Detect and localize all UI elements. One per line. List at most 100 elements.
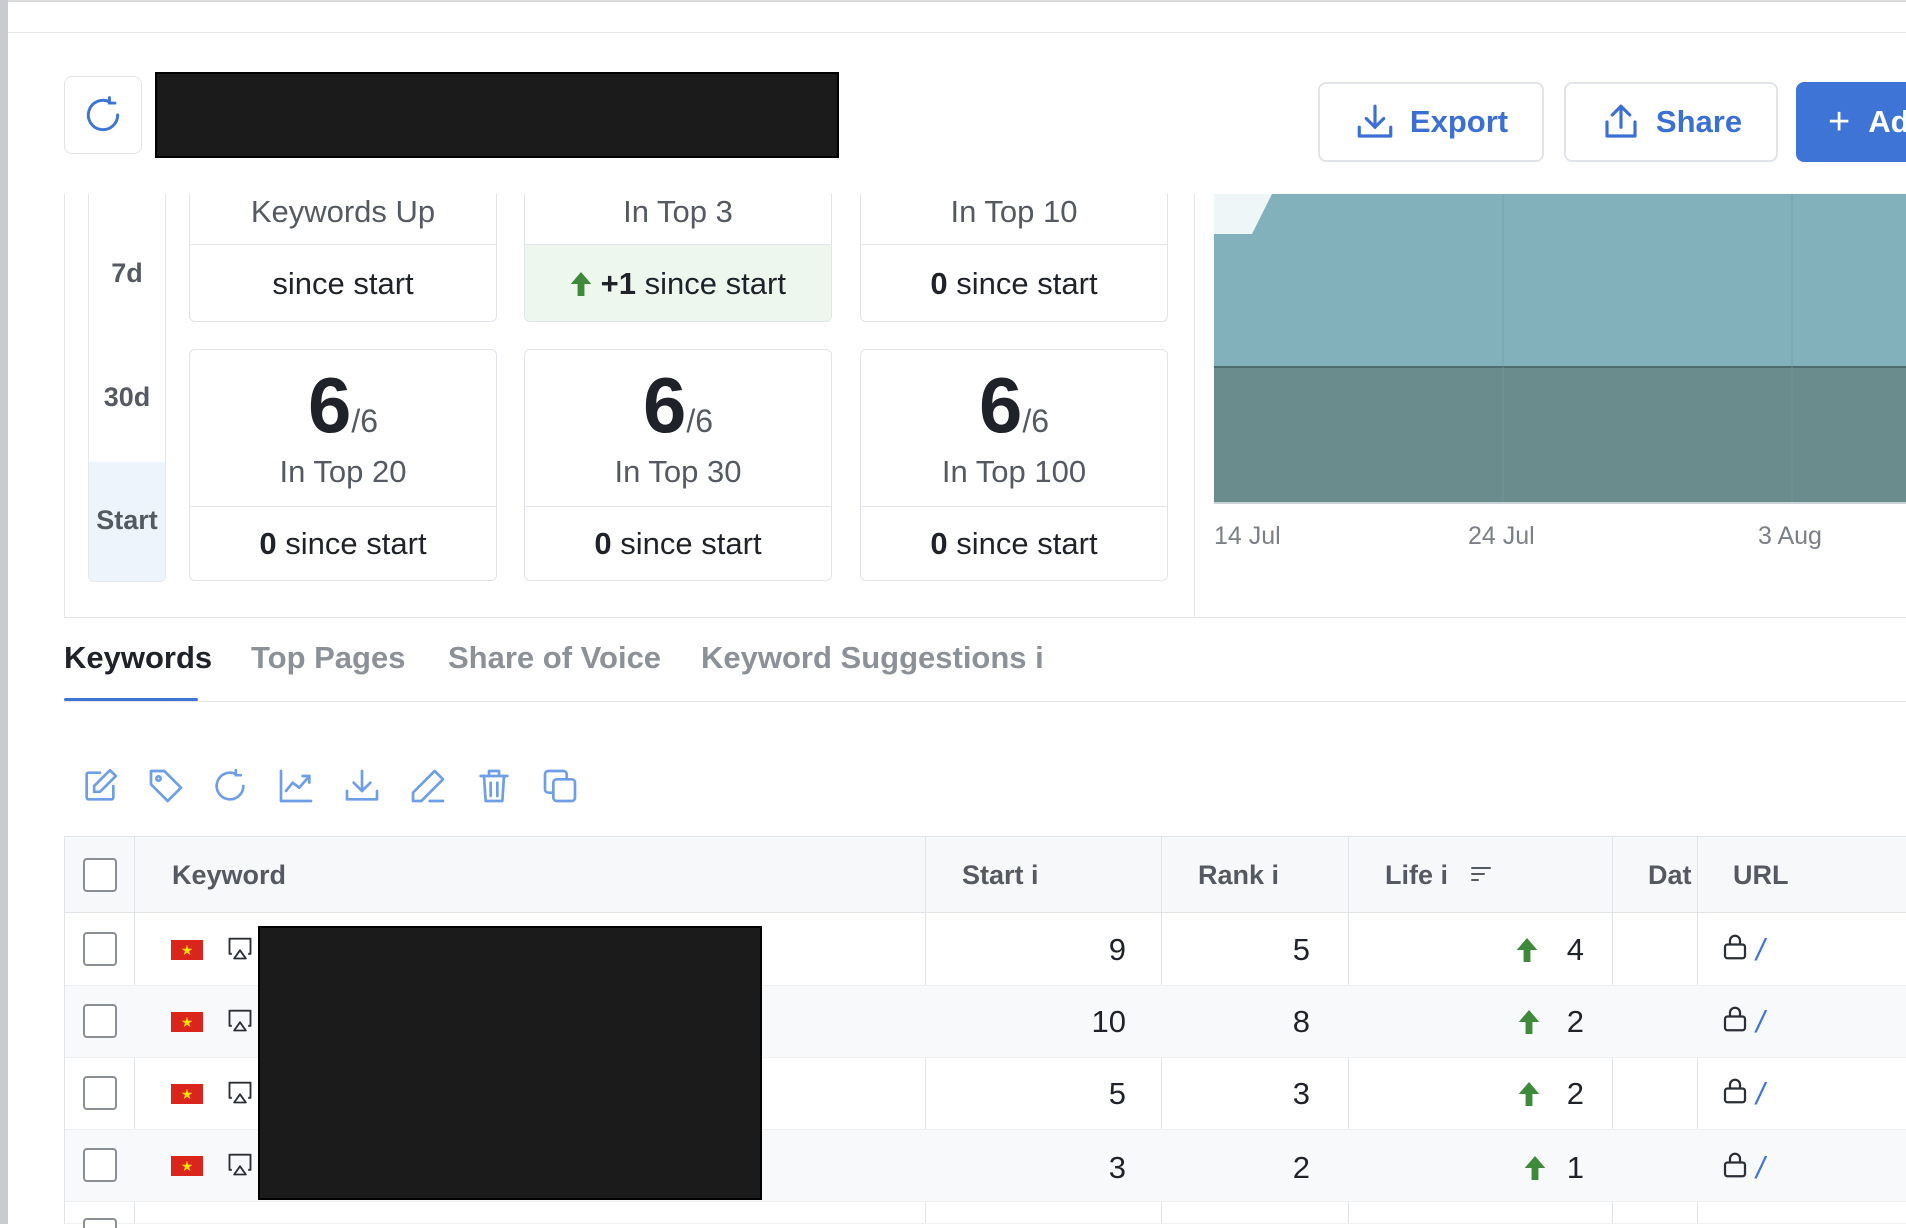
start-rank: 3	[1108, 1150, 1126, 1185]
card-separator	[861, 506, 1167, 507]
x-tick-label: 14 Jul	[1214, 522, 1281, 550]
card-label: Keywords Up	[250, 194, 436, 229]
copy-icon[interactable]	[540, 766, 580, 806]
tab-keyword-suggestions[interactable]: Keyword Suggestions i	[701, 640, 1044, 676]
row-checkbox[interactable]	[83, 1076, 117, 1110]
desktop-icon	[228, 1081, 252, 1104]
tag-icon[interactable]	[146, 766, 186, 806]
add-label: Ad	[1868, 104, 1906, 139]
vietnam-flag-icon: ★	[171, 940, 203, 960]
card-separator	[190, 506, 496, 507]
url-link[interactable]: /	[1756, 932, 1765, 968]
current-rank: 3	[1292, 1076, 1310, 1111]
card-in-top-100: 6/6 In Top 100 0 since start	[860, 349, 1168, 581]
card-footer: 0 since start	[259, 526, 427, 561]
card-value: 6/6	[307, 361, 379, 449]
download-icon	[1357, 104, 1393, 138]
redacted-project-title	[155, 72, 839, 158]
card-footer: since start	[272, 266, 414, 301]
sort-icon[interactable]	[1470, 864, 1492, 884]
share-icon	[1605, 104, 1637, 138]
edit-icon[interactable]	[80, 766, 120, 806]
refresh-button[interactable]	[64, 76, 142, 154]
column-header-rank[interactable]: Rank i	[1198, 860, 1279, 891]
card-footer: 0 since start	[594, 526, 762, 561]
life-change: 2	[1566, 1004, 1584, 1039]
arrow-up-icon	[1518, 1010, 1540, 1034]
tab-top-pages[interactable]: Top Pages	[251, 640, 405, 676]
card-label: In Top 20	[279, 454, 407, 489]
card-in-top-30: 6/6 In Top 30 0 since start	[524, 349, 832, 581]
row-checkbox[interactable]	[83, 1148, 117, 1182]
desktop-icon	[228, 937, 252, 960]
card-value: 6/6	[978, 361, 1050, 449]
lock-icon	[1723, 1078, 1747, 1104]
x-tick-label: 3 Aug	[1758, 522, 1822, 550]
column-header-life[interactable]: Life i	[1385, 860, 1448, 891]
area-series-lower	[1214, 367, 1906, 504]
card-footer: 0 since start	[930, 526, 1098, 561]
vietnam-flag-icon: ★	[171, 1084, 203, 1104]
card-separator	[190, 244, 496, 245]
header-divider	[8, 32, 1906, 33]
download-icon[interactable]	[342, 766, 382, 806]
period-30d[interactable]: 30d	[88, 382, 166, 413]
lock-icon	[1723, 1006, 1747, 1032]
column-header-start[interactable]: Start i	[962, 860, 1039, 891]
redacted-keywords	[258, 926, 762, 1200]
arrow-up-icon	[1516, 938, 1538, 962]
vietnam-flag-icon: ★	[171, 1156, 203, 1176]
trash-icon[interactable]	[474, 766, 514, 806]
lock-icon	[1723, 934, 1747, 960]
panel-divider	[1194, 194, 1195, 618]
current-rank: 2	[1292, 1150, 1310, 1185]
tab-share-of-voice[interactable]: Share of Voice	[448, 640, 661, 676]
column-header-date[interactable]: Dat	[1648, 860, 1692, 891]
start-rank: 9	[1108, 932, 1126, 967]
life-change: 4	[1566, 932, 1584, 967]
x-tick-label: 24 Jul	[1468, 522, 1535, 550]
add-button[interactable]: + Ad	[1796, 82, 1906, 162]
row-checkbox[interactable]	[83, 932, 117, 966]
card-in-top-20: 6/6 In Top 20 0 since start	[189, 349, 497, 581]
card-separator	[525, 506, 831, 507]
card-label: In Top 100	[941, 454, 1087, 489]
card-label: In Top 30	[614, 454, 742, 489]
card-in-top-10: In Top 10 0 since start	[860, 194, 1168, 322]
refresh-icon	[86, 96, 120, 132]
tab-keywords[interactable]: Keywords	[64, 640, 212, 676]
arrow-up-icon	[1518, 1082, 1540, 1106]
arrow-up-icon	[570, 272, 592, 296]
period-7d[interactable]: 7d	[88, 258, 166, 289]
card-label: In Top 10	[950, 194, 1078, 229]
card-separator	[861, 244, 1167, 245]
refresh-icon[interactable]	[210, 766, 250, 806]
export-button[interactable]: Export	[1318, 82, 1544, 162]
column-header-keyword[interactable]: Keyword	[172, 860, 286, 891]
start-rank: 10	[1091, 1004, 1126, 1039]
table-row[interactable]	[65, 1202, 1906, 1224]
column-header-url[interactable]: URL	[1733, 860, 1789, 891]
card-footer: +1 since start	[525, 266, 831, 302]
url-link[interactable]: /	[1756, 1076, 1765, 1112]
period-start[interactable]: Start	[88, 505, 166, 536]
card-keywords-up: Keywords Up since start	[189, 194, 497, 322]
select-all-checkbox[interactable]	[83, 858, 117, 892]
rank-distribution-chart	[1214, 194, 1906, 504]
life-change: 1	[1566, 1150, 1584, 1185]
row-checkbox[interactable]	[83, 1004, 117, 1038]
share-button[interactable]: Share	[1564, 82, 1778, 162]
row-checkbox[interactable]	[83, 1218, 117, 1228]
current-rank: 8	[1292, 1004, 1310, 1039]
card-label: In Top 3	[623, 194, 733, 229]
export-label: Export	[1409, 104, 1509, 139]
url-link[interactable]: /	[1756, 1150, 1765, 1186]
card-in-top-3: In Top 3 +1 since start	[524, 194, 832, 322]
card-footer: 0 since start	[930, 266, 1098, 301]
chart-icon[interactable]	[276, 766, 316, 806]
window-top-edge	[8, 0, 1906, 2]
arrow-up-icon	[1524, 1156, 1546, 1180]
tabs-divider	[64, 701, 1906, 702]
pencil-icon[interactable]	[408, 766, 448, 806]
url-link[interactable]: /	[1756, 1004, 1765, 1040]
